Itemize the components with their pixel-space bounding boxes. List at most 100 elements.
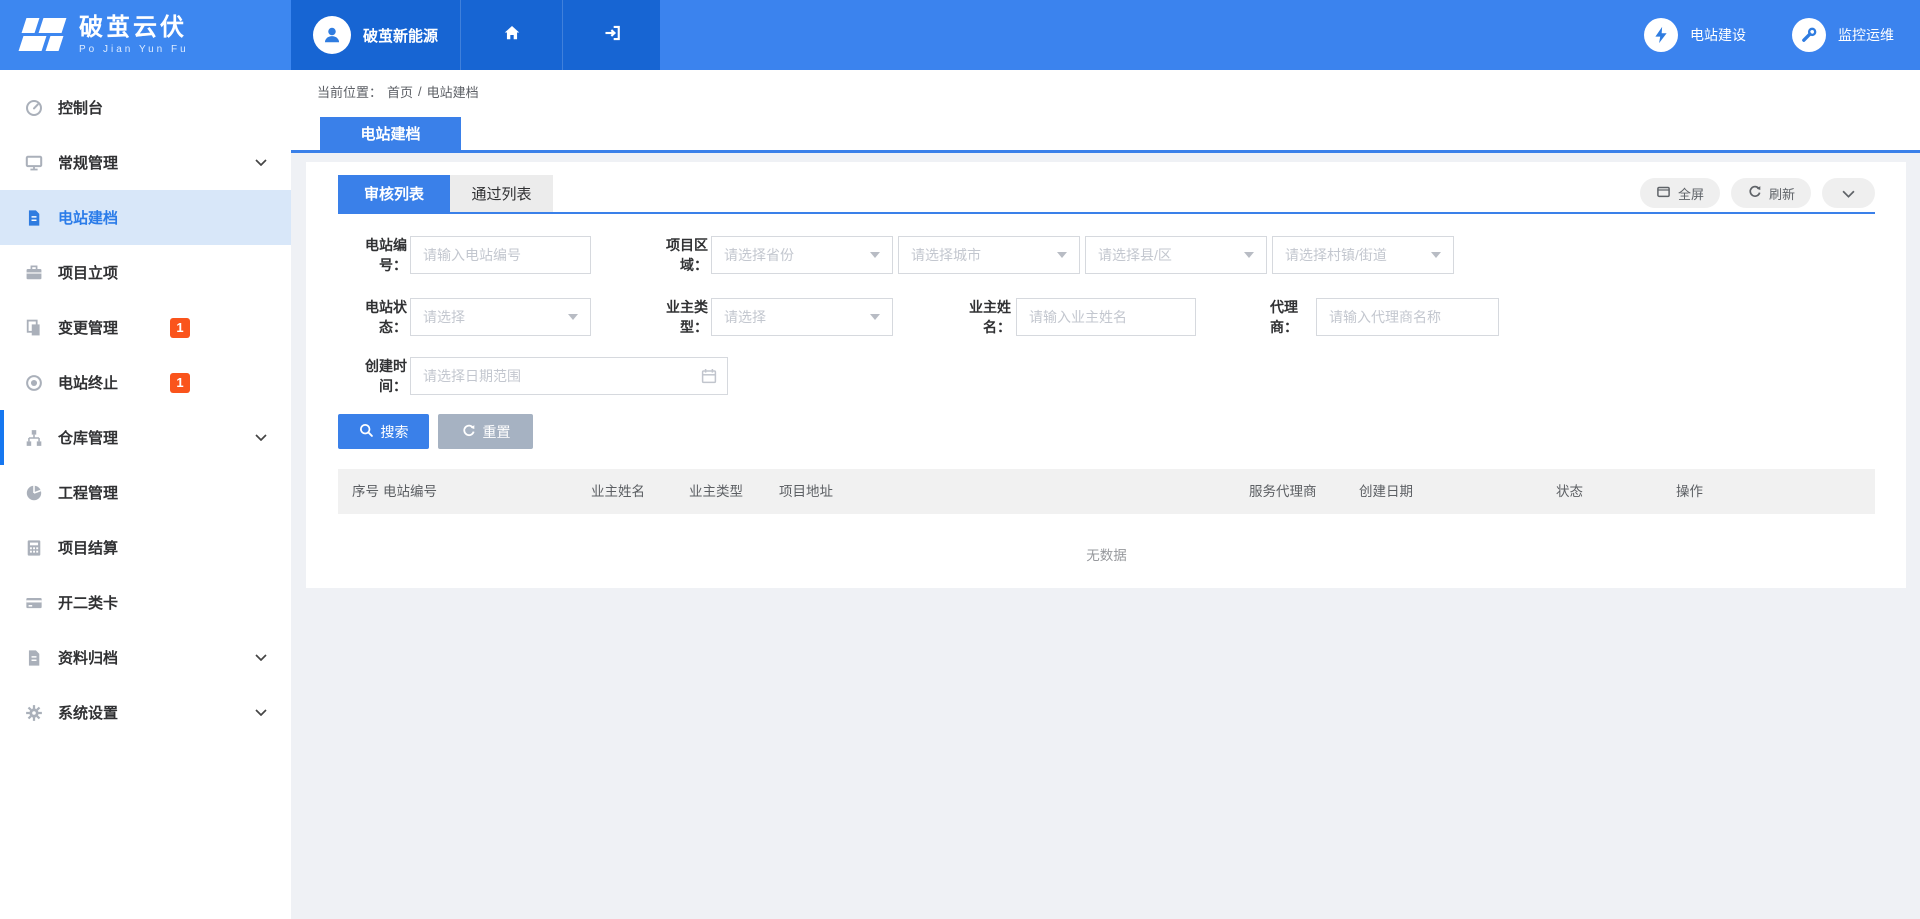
breadcrumb-home[interactable]: 首页 xyxy=(387,82,413,101)
file-icon xyxy=(24,648,43,667)
sidebar-item-system-settings[interactable]: 系统设置 xyxy=(0,685,291,740)
column-header: 项目地址 xyxy=(779,469,833,514)
sidebar-item-console[interactable]: 控制台 xyxy=(0,80,291,135)
breadcrumb: 当前位置： 首页 / 电站建档 xyxy=(291,70,1920,112)
reset-button[interactable]: 重置 xyxy=(438,414,533,449)
collapse-toolbar-button[interactable] xyxy=(1822,178,1875,208)
fullscreen-icon xyxy=(1656,185,1671,202)
module-label: 监控运维 xyxy=(1838,25,1894,45)
sitemap-icon xyxy=(24,428,43,447)
content-area: 审核列表 通过列表 全屏 xyxy=(291,153,1920,588)
column-header: 电站编号 xyxy=(383,469,437,514)
notification-badge: 1 xyxy=(170,373,190,393)
station-no-input[interactable] xyxy=(410,236,591,274)
region-label: 项目区域： xyxy=(639,235,708,275)
owner-type-label: 业主类型： xyxy=(639,297,708,337)
date-range-input[interactable] xyxy=(410,357,728,395)
module-station-construction[interactable]: 电站建设 xyxy=(1644,18,1746,52)
search-label: 搜索 xyxy=(381,422,409,442)
fullscreen-button[interactable]: 全屏 xyxy=(1640,178,1720,208)
column-header: 创建日期 xyxy=(1359,469,1413,514)
company-name: 破茧新能源 xyxy=(363,25,438,46)
breadcrumb-prefix: 当前位置： xyxy=(317,82,382,101)
province-placeholder: 请选择省份 xyxy=(724,245,794,265)
chevron-down-icon xyxy=(255,709,267,716)
header-modules: 电站建设 监控运维 xyxy=(1644,0,1920,70)
main-content: 当前位置： 首页 / 电站建档 电站建档 审核列表 通过列表 xyxy=(291,70,1920,919)
sidebar-item-data-archive[interactable]: 资料归档 xyxy=(0,630,291,685)
sidebar-item-label: 项目结算 xyxy=(58,537,118,558)
empty-state-text: 无数据 xyxy=(338,514,1875,594)
reset-label: 重置 xyxy=(483,422,511,442)
county-select[interactable]: 请选择县/区 xyxy=(1085,236,1267,274)
owner-type-placeholder: 请选择 xyxy=(724,307,766,327)
sidebar-item-general-mgmt[interactable]: 常规管理 xyxy=(0,135,291,190)
logout-icon xyxy=(602,24,622,47)
city-select[interactable]: 请选择城市 xyxy=(898,236,1080,274)
sidebar-item-label: 电站终止 xyxy=(58,372,118,393)
owner-type-select[interactable]: 请选择 xyxy=(711,298,893,336)
brand-mark-icon xyxy=(20,15,66,55)
created-time-label: 创建时间： xyxy=(338,356,407,396)
owner-name-input[interactable] xyxy=(1016,298,1196,336)
owner-name-label: 业主姓名： xyxy=(944,297,1011,337)
station-status-select[interactable]: 请选择 xyxy=(410,298,591,336)
sidebar-item-label: 工程管理 xyxy=(58,482,118,503)
monitor-icon xyxy=(24,153,43,172)
breadcrumb-current: 电站建档 xyxy=(427,82,479,101)
reset-icon xyxy=(461,423,476,441)
sidebar-item-change-mgmt[interactable]: 变更管理 1 xyxy=(0,300,291,355)
home-icon xyxy=(502,24,522,47)
document-icon xyxy=(24,208,43,227)
sidebar-item-project-settlement[interactable]: 项目结算 xyxy=(0,520,291,575)
sidebar: 控制台 常规管理 电站建档 xyxy=(0,70,291,919)
caret-down-icon xyxy=(1431,252,1441,258)
chevron-down-icon xyxy=(1842,186,1855,201)
province-select[interactable]: 请选择省份 xyxy=(711,236,893,274)
breadcrumb-separator: / xyxy=(418,84,422,99)
header-user-strip: 破茧新能源 xyxy=(291,0,660,70)
person-icon xyxy=(321,24,343,46)
caret-down-icon xyxy=(870,252,880,258)
page-tab-station-filing[interactable]: 电站建档 xyxy=(320,117,461,150)
sidebar-item-label: 资料归档 xyxy=(58,647,118,668)
home-button[interactable] xyxy=(460,0,562,70)
refresh-icon xyxy=(1747,184,1762,202)
tab-passed-list[interactable]: 通过列表 xyxy=(450,175,553,212)
filter-form: 电站编号： 项目区域： 请选择省份 请选择城市 请选择县/区 xyxy=(338,214,1875,396)
caret-down-icon xyxy=(1057,252,1067,258)
chevron-down-icon xyxy=(255,434,267,441)
refresh-button[interactable]: 刷新 xyxy=(1731,178,1811,208)
caret-down-icon xyxy=(1244,252,1254,258)
briefcase-icon xyxy=(24,263,43,282)
refresh-label: 刷新 xyxy=(1769,184,1795,203)
search-button[interactable]: 搜索 xyxy=(338,414,429,449)
notification-badge: 1 xyxy=(170,318,190,338)
brand-subtitle: Po Jian Yun Fu xyxy=(79,44,189,55)
column-header: 服务代理商 xyxy=(1249,469,1317,514)
sidebar-item-station-filing[interactable]: 电站建档 xyxy=(0,190,291,245)
tab-review-list[interactable]: 审核列表 xyxy=(338,175,450,212)
sidebar-item-station-termination[interactable]: 电站终止 1 xyxy=(0,355,291,410)
module-monitor-ops[interactable]: 监控运维 xyxy=(1792,18,1894,52)
town-select[interactable]: 请选择村镇/街道 xyxy=(1272,236,1454,274)
sidebar-item-warehouse-mgmt[interactable]: 仓库管理 xyxy=(0,410,291,465)
brand-title: 破茧云伏 xyxy=(79,15,189,40)
town-placeholder: 请选择村镇/街道 xyxy=(1285,245,1387,265)
column-header: 操作 xyxy=(1676,469,1703,514)
sidebar-item-project-initiation[interactable]: 项目立项 xyxy=(0,245,291,300)
agent-input[interactable] xyxy=(1316,298,1499,336)
logout-button[interactable] xyxy=(562,0,660,70)
status-placeholder: 请选择 xyxy=(423,307,465,327)
filter-row-3: 创建时间： xyxy=(338,356,1875,396)
user-account[interactable]: 破茧新能源 xyxy=(291,0,460,70)
caret-down-icon xyxy=(568,314,578,320)
sidebar-item-label: 常规管理 xyxy=(58,152,118,173)
station-no-label: 电站编号： xyxy=(338,235,407,275)
filter-row-1: 电站编号： 项目区域： 请选择省份 请选择城市 请选择县/区 xyxy=(338,235,1875,275)
sidebar-item-engineering-mgmt[interactable]: 工程管理 xyxy=(0,465,291,520)
sidebar-item-type2-card[interactable]: 开二类卡 xyxy=(0,575,291,630)
county-placeholder: 请选择县/区 xyxy=(1098,245,1172,265)
sidebar-item-label: 电站建档 xyxy=(58,207,118,228)
avatar xyxy=(313,16,351,54)
